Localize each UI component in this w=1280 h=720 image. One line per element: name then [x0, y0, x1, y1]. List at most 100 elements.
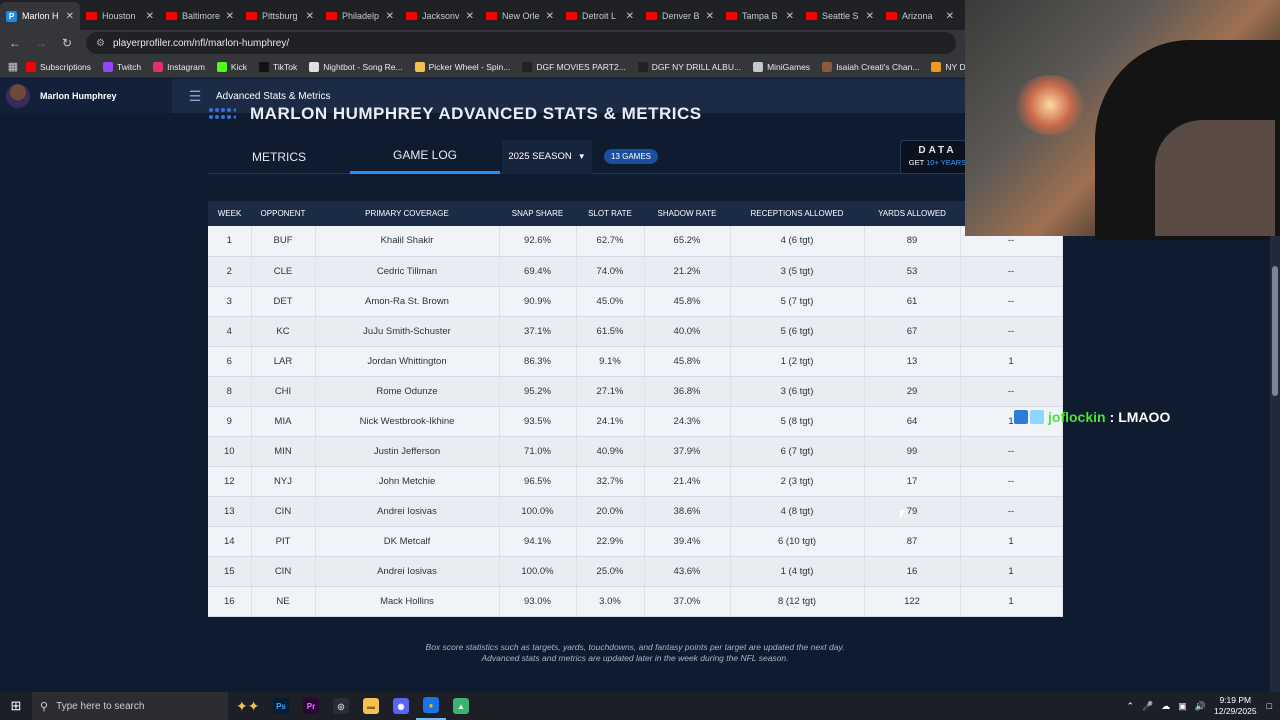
close-icon[interactable]: ✕ — [786, 11, 794, 22]
site-info-icon[interactable]: ⚙ — [96, 38, 105, 49]
bookmark-item[interactable]: TikTok — [258, 61, 297, 72]
close-icon[interactable]: ✕ — [226, 11, 234, 22]
bookmark-icon — [414, 61, 425, 72]
browser-tab[interactable]: New Orle ✕ — [480, 2, 560, 30]
column-header[interactable]: SNAP SHARE — [499, 201, 576, 226]
browser-tab[interactable]: Houston ✕ — [80, 2, 160, 30]
tab-metrics[interactable]: METRICS — [208, 140, 350, 174]
apps-grid-icon[interactable]: ▦ — [0, 60, 26, 73]
bookmark-item[interactable]: Twitch — [103, 61, 141, 72]
browser-tab[interactable]: Tampa B ✕ — [720, 2, 800, 30]
column-header[interactable]: SLOT RATE — [576, 201, 644, 226]
column-header[interactable]: SHADOW RATE — [644, 201, 730, 226]
browser-tab[interactable]: Baltimore ✕ — [160, 2, 240, 30]
column-header[interactable]: OPPONENT — [251, 201, 315, 226]
close-icon[interactable]: ✕ — [66, 11, 74, 22]
bookmark-item[interactable]: Picker Wheel - Spin... — [414, 61, 511, 72]
table-cell: LAR — [251, 346, 316, 377]
windows-start-icon[interactable]: ⊞ — [0, 698, 32, 714]
taskbar-app-icon[interactable]: Ps — [266, 692, 296, 720]
browser-tab[interactable]: Arizona ✕ — [880, 2, 960, 30]
taskbar-app-icon[interactable]: ◉ — [386, 692, 416, 720]
page-scrollbar[interactable] — [1270, 236, 1280, 692]
taskbar-app-icon[interactable]: ● — [416, 692, 446, 720]
sparkle-icon[interactable]: ✦✦ — [236, 698, 266, 715]
column-header[interactable]: YARDS ALLOWED — [864, 201, 960, 226]
column-header[interactable]: PRIMARY COVERAGE — [315, 201, 499, 226]
webcam-overlay — [965, 0, 1280, 240]
close-icon[interactable]: ✕ — [946, 11, 954, 22]
bookmark-icon — [822, 61, 833, 72]
table-cell: 122 — [864, 586, 961, 617]
stats-dots-icon — [209, 108, 236, 119]
table-cell: 100.0% — [499, 496, 577, 527]
table-cell: 87 — [864, 526, 961, 557]
close-icon[interactable]: ✕ — [386, 11, 394, 22]
bookmark-item[interactable]: Nightbot - Song Re... — [309, 61, 403, 72]
table-row: 2 CLE Cedric Tillman 69.4% 74.0% 21.2% 3 (5 tg… — [208, 256, 1063, 287]
browser-tab[interactable]: P Marlon H ✕ — [0, 2, 80, 30]
bookmark-item[interactable]: DGF MOVIES PART2... — [522, 61, 626, 72]
bookmark-label: Picker Wheel - Spin... — [428, 61, 511, 72]
close-icon[interactable]: ✕ — [546, 11, 554, 22]
browser-tab[interactable]: Pittsburg ✕ — [240, 2, 320, 30]
browser-tab[interactable]: Seattle S ✕ — [800, 2, 880, 30]
network-icon[interactable]: ▣ — [1178, 701, 1187, 712]
browser-tab[interactable]: Philadelp ✕ — [320, 2, 400, 30]
data-promo-badge[interactable]: DATA GET 10+ YEARS — [900, 140, 975, 174]
bookmark-item[interactable]: Subscriptions — [26, 61, 91, 72]
close-icon[interactable]: ✕ — [706, 11, 714, 22]
bookmark-item[interactable]: DGF NY DRILL ALBU... — [637, 61, 741, 72]
cloud-icon[interactable]: ☁ — [1161, 701, 1170, 712]
youtube-icon — [486, 12, 497, 20]
bookmark-item[interactable]: Kick — [216, 61, 247, 72]
scrollbar-thumb[interactable] — [1272, 266, 1278, 396]
back-arrow-icon[interactable]: ← — [4, 36, 26, 50]
table-cell: 92.6% — [499, 226, 577, 257]
close-icon[interactable]: ✕ — [146, 11, 154, 22]
close-icon[interactable]: ✕ — [866, 11, 874, 22]
table-cell: -- — [960, 466, 1063, 497]
season-dropdown[interactable]: 2025 SEASON ▼ — [502, 139, 592, 174]
close-icon[interactable]: ✕ — [306, 11, 314, 22]
tab-title: Jacksonv — [422, 11, 460, 21]
hamburger-menu-icon[interactable]: ☰ — [178, 88, 212, 105]
forward-arrow-icon[interactable]: → — [30, 36, 52, 50]
close-icon[interactable]: ✕ — [626, 11, 634, 22]
address-bar[interactable]: ⚙ playerprofiler.com/nfl/marlon-humphrey… — [86, 32, 956, 54]
player-name: Marlon Humphrey — [40, 91, 117, 101]
reload-icon[interactable]: ↻ — [56, 36, 78, 50]
table-row: 12 NYJ John Metchie 96.5% 32.7% 21.4% 2 (3 tgt… — [208, 466, 1063, 497]
table-cell: 89 — [864, 226, 961, 257]
player-card[interactable]: Marlon Humphrey — [0, 79, 172, 113]
notifications-icon[interactable]: □ — [1267, 701, 1272, 711]
taskbar-clock[interactable]: 9:19 PM 12/29/2025 — [1214, 695, 1257, 717]
tab-game-log[interactable]: GAME LOG — [350, 140, 500, 174]
taskbar-app-icon[interactable]: ◎ — [326, 692, 356, 720]
column-header[interactable]: WEEK — [208, 201, 251, 226]
bookmark-icon — [216, 61, 227, 72]
column-header[interactable]: RECEPTIONS ALLOWED — [730, 201, 864, 226]
youtube-icon — [886, 12, 897, 20]
taskbar-app-icon[interactable]: ▲ — [446, 692, 476, 720]
table-row: 13 CIN Andrei Iosivas 100.0% 20.0% 38.6% 4 (8 … — [208, 496, 1063, 527]
page-heading: MARLON HUMPHREY ADVANCED STATS & METRICS — [208, 104, 702, 124]
volume-icon[interactable]: 🔊 — [1195, 701, 1206, 712]
taskbar-search[interactable]: ⚲ Type here to search — [32, 692, 228, 720]
bookmark-item[interactable]: Instagram — [153, 61, 205, 72]
table-cell: 39.4% — [644, 526, 731, 557]
taskbar-app-icon[interactable]: ▬ — [356, 692, 386, 720]
close-icon[interactable]: ✕ — [466, 11, 474, 22]
tab-title: Tampa B — [742, 11, 778, 21]
microphone-icon[interactable]: 🎤 — [1142, 701, 1153, 712]
browser-tab[interactable]: Jacksonv ✕ — [400, 2, 480, 30]
chevron-up-icon[interactable]: ⌃ — [1127, 701, 1135, 712]
browser-tab[interactable]: Denver B ✕ — [640, 2, 720, 30]
table-cell: 36.8% — [644, 376, 731, 407]
table-cell: 61 — [864, 286, 961, 317]
table-cell: 96.5% — [499, 466, 577, 497]
taskbar-app-icon[interactable]: Pr — [296, 692, 326, 720]
bookmark-item[interactable]: MiniGames — [753, 61, 810, 72]
browser-tab[interactable]: Detroit L ✕ — [560, 2, 640, 30]
bookmark-item[interactable]: Isaiah Creati's Chan... — [822, 61, 919, 72]
